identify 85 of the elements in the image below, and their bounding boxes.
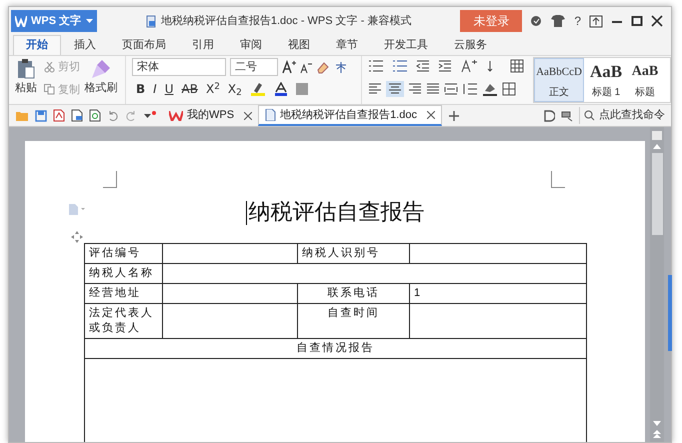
wps-logo-icon	[15, 16, 27, 26]
font-name-field[interactable]: 宋体	[132, 58, 226, 76]
grow-font-icon[interactable]	[282, 60, 296, 74]
align-right-icon[interactable]	[408, 82, 422, 96]
text-effect-icon[interactable]	[460, 59, 478, 73]
bullet-list-icon[interactable]	[368, 59, 384, 73]
document-tab[interactable]: 我的WPS	[163, 105, 258, 126]
format-button[interactable]: I	[153, 83, 157, 95]
search-icon	[584, 110, 595, 121]
distribute-icon[interactable]	[444, 82, 458, 96]
table-cell-text: 经营地址	[89, 287, 141, 299]
w-logo-icon	[169, 110, 183, 120]
eraser-icon[interactable]	[316, 60, 330, 74]
help-button[interactable]: ?	[574, 12, 581, 30]
clipboard-icon	[16, 58, 36, 80]
character-shading-icon[interactable]	[296, 83, 308, 95]
paste-button[interactable]: 粘贴	[11, 58, 41, 104]
format-painter-button[interactable]: 格式刷	[83, 58, 119, 104]
document-icon	[265, 109, 276, 121]
scrollbar-thumb[interactable]	[652, 153, 662, 235]
format-button[interactable]: U	[164, 83, 174, 95]
table-cell-text: 纳税人名称	[89, 267, 154, 279]
table-cell-text: 联系电话	[328, 287, 380, 299]
copy-icon	[44, 84, 55, 96]
font-size-field[interactable]: 二号	[230, 58, 278, 76]
ribbon-tab[interactable]: 开发工具	[371, 35, 441, 55]
ribbon-tab[interactable]: 引用	[179, 35, 227, 55]
style-preset[interactable]: AaB 标题	[628, 58, 662, 102]
align-center-icon[interactable]	[386, 81, 404, 97]
shading-icon[interactable]	[482, 82, 498, 96]
save-icon[interactable]	[35, 110, 47, 122]
align-left-icon[interactable]	[368, 82, 382, 96]
style-preset[interactable]: AaB 标题 1	[584, 58, 628, 102]
format-button[interactable]: X$_{2}$	[228, 83, 242, 95]
new-tab-icon[interactable]	[448, 110, 460, 122]
margin-corner-mark	[103, 171, 117, 188]
window-title: 地税纳税评估自查报告1.doc - WPS 文字 - 兼容模式	[160, 14, 412, 29]
line-spacing-icon[interactable]	[462, 82, 478, 96]
ribbon-tab[interactable]: 章节	[323, 35, 371, 55]
maximize-icon[interactable]	[631, 15, 643, 27]
brush-icon	[90, 58, 112, 80]
undo-icon[interactable]	[107, 110, 119, 122]
format-button[interactable]: B	[136, 83, 146, 95]
table-cell-text: 法定代表人或负责人	[89, 307, 154, 334]
caret-icon	[86, 19, 93, 23]
close-icon[interactable]	[426, 111, 435, 119]
ribbon-tab[interactable]: 开始	[13, 35, 61, 55]
format-button[interactable]: X$^{2}$	[206, 83, 220, 95]
scissors-icon	[44, 62, 55, 73]
ribbon-tab[interactable]: 插入	[61, 35, 109, 55]
shirt-icon[interactable]	[550, 15, 566, 27]
font-color-icon[interactable]	[274, 82, 288, 96]
format-button[interactable]: AB	[182, 83, 198, 95]
margin-corner-mark	[551, 171, 565, 188]
document-tab[interactable]: 地税纳税评估自查报告1.doc	[258, 105, 442, 126]
pdf-icon[interactable]	[53, 109, 65, 122]
close-icon[interactable]	[244, 112, 252, 120]
increase-indent-icon[interactable]	[438, 59, 452, 73]
table-cell-text: 评估编号	[89, 247, 141, 259]
table-cell-text: 自查时间	[328, 307, 380, 319]
justify-icon[interactable]	[426, 82, 440, 96]
ribbon-tab[interactable]: 审阅	[227, 35, 275, 55]
print-icon[interactable]	[71, 109, 83, 122]
table-cell-text: 自查情况报告	[296, 342, 374, 354]
move-handle-icon[interactable]	[71, 231, 83, 243]
highlight-icon[interactable]	[250, 82, 266, 96]
export-icon[interactable]	[589, 14, 603, 28]
decrease-indent-icon[interactable]	[416, 59, 430, 73]
table-grid-icon[interactable]	[510, 59, 524, 73]
ribbon-tab[interactable]: 视图	[275, 35, 323, 55]
table-cell-text: 1	[414, 287, 422, 299]
app-menu-button[interactable]: WPS 文字	[11, 10, 97, 32]
document-title: 纳税评估自查报告	[248, 199, 424, 227]
ribbon-tab[interactable]: 云服务	[441, 35, 500, 55]
command-search[interactable]: 点此查找命令	[579, 107, 671, 124]
dropdown-icon[interactable]	[143, 110, 157, 120]
ribbon-tab[interactable]: 页面布局	[109, 35, 179, 55]
numbered-list-icon[interactable]	[392, 59, 408, 73]
table-cell-text: 纳税人识别号	[302, 247, 380, 259]
document-icon	[146, 14, 157, 28]
print-preview-icon[interactable]	[89, 109, 101, 122]
border-icon[interactable]	[502, 82, 516, 96]
close-icon[interactable]	[651, 15, 663, 27]
ruler-toggle-icon[interactable]	[652, 131, 662, 140]
style-preset[interactable]: AaBbCcD 正文	[534, 58, 584, 102]
